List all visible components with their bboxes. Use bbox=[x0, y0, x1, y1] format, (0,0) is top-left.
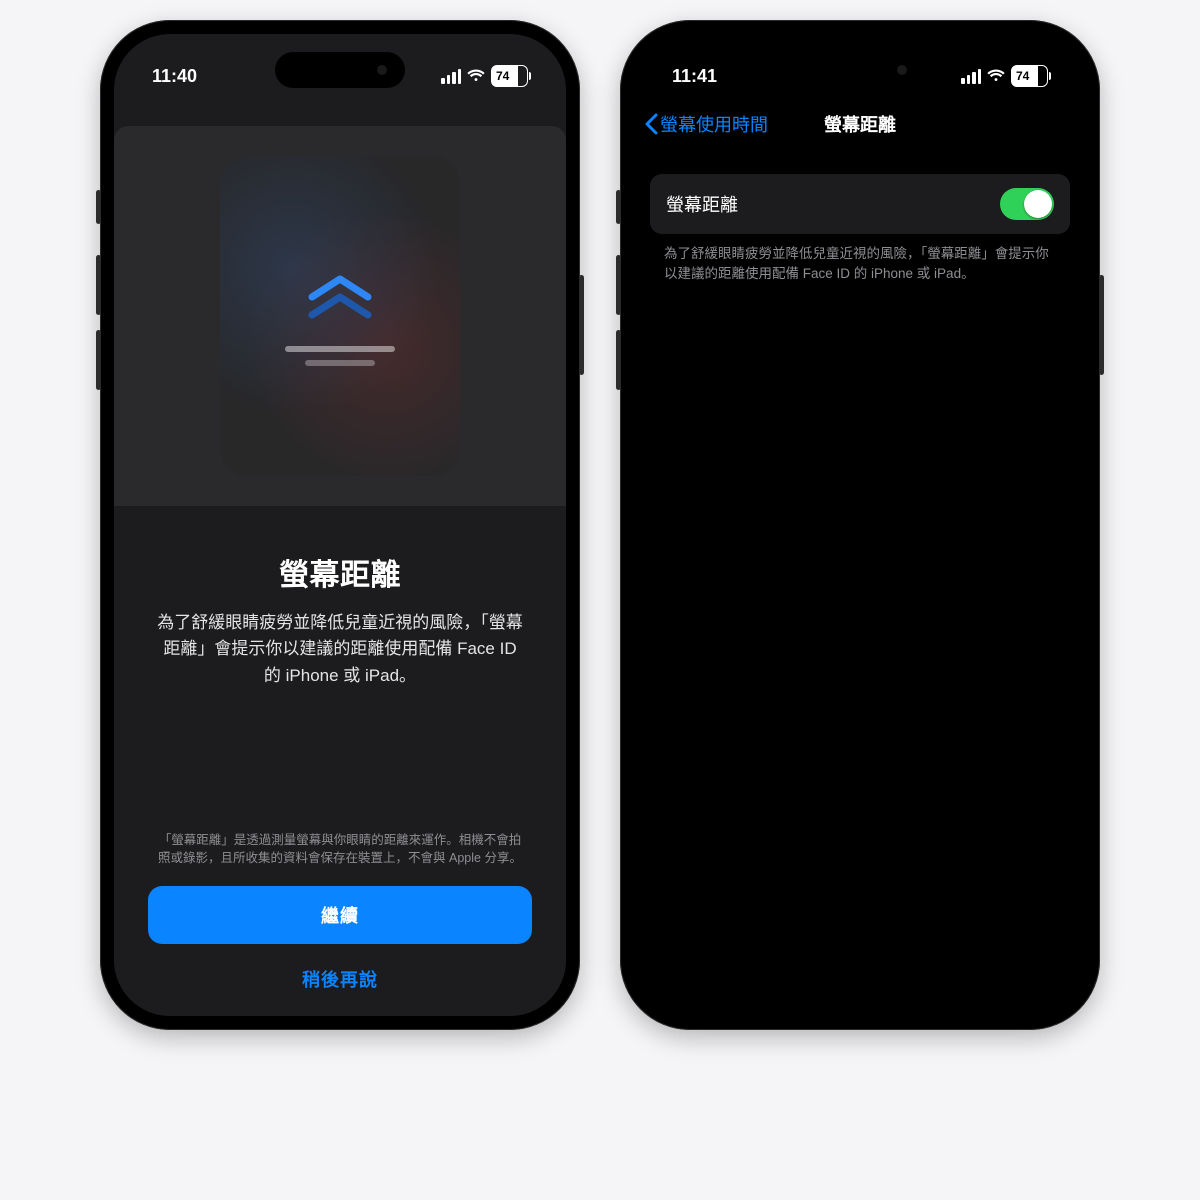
section-footer: 為了舒緩眼睛疲勞並降低兒童近視的風險，「螢幕距離」會提示你以建議的距離使用配備 … bbox=[650, 234, 1070, 285]
mute-switch bbox=[616, 190, 621, 224]
volume-down bbox=[616, 330, 621, 390]
hero-area bbox=[114, 126, 566, 506]
cellular-icon bbox=[441, 69, 461, 84]
status-time: 11:40 bbox=[152, 66, 197, 87]
distance-chevrons-icon bbox=[304, 267, 376, 332]
privacy-footnote: 「螢幕距離」是透過測量螢幕與你眼睛的距離來運作。相機不會拍照或錄影，且所收集的資… bbox=[148, 831, 532, 869]
power-button bbox=[579, 275, 584, 375]
wifi-icon bbox=[467, 69, 485, 83]
volume-down bbox=[96, 330, 101, 390]
later-button[interactable]: 稍後再說 bbox=[148, 952, 532, 998]
status-time: 11:41 bbox=[672, 66, 717, 87]
onboarding-title: 螢幕距離 bbox=[148, 550, 532, 594]
toggle-label: 螢幕距離 bbox=[666, 191, 738, 217]
toggle-knob bbox=[1024, 190, 1052, 218]
phone-right: 11:41 74 螢幕使用時間 螢幕距離 螢幕距離 bbox=[620, 20, 1100, 1030]
phone-left: 11:40 74 bbox=[100, 20, 580, 1030]
nav-title: 螢幕距離 bbox=[824, 111, 896, 137]
wifi-icon bbox=[987, 69, 1005, 83]
continue-button[interactable]: 繼續 bbox=[148, 886, 532, 944]
chevron-left-icon bbox=[644, 113, 658, 135]
screen-distance-row[interactable]: 螢幕距離 bbox=[650, 174, 1070, 234]
dynamic-island bbox=[275, 52, 405, 88]
onboarding-sheet: 螢幕距離 為了舒緩眼睛疲勞並降低兒童近視的風險，「螢幕距離」會提示你以建議的距離… bbox=[114, 126, 566, 1016]
cellular-icon bbox=[961, 69, 981, 84]
battery-indicator: 74 bbox=[1011, 65, 1048, 87]
hero-illustration bbox=[220, 156, 460, 476]
back-label: 螢幕使用時間 bbox=[660, 111, 768, 137]
mute-switch bbox=[96, 190, 101, 224]
screen-distance-toggle[interactable] bbox=[1000, 188, 1054, 220]
onboarding-description: 為了舒緩眼睛疲勞並降低兒童近視的風險，「螢幕距離」會提示你以建議的距離使用配備 … bbox=[148, 610, 532, 689]
volume-up bbox=[616, 255, 621, 315]
power-button bbox=[1099, 275, 1104, 375]
volume-up bbox=[96, 255, 101, 315]
battery-indicator: 74 bbox=[491, 65, 528, 87]
dynamic-island bbox=[795, 52, 925, 88]
hero-text-placeholder bbox=[285, 346, 395, 366]
